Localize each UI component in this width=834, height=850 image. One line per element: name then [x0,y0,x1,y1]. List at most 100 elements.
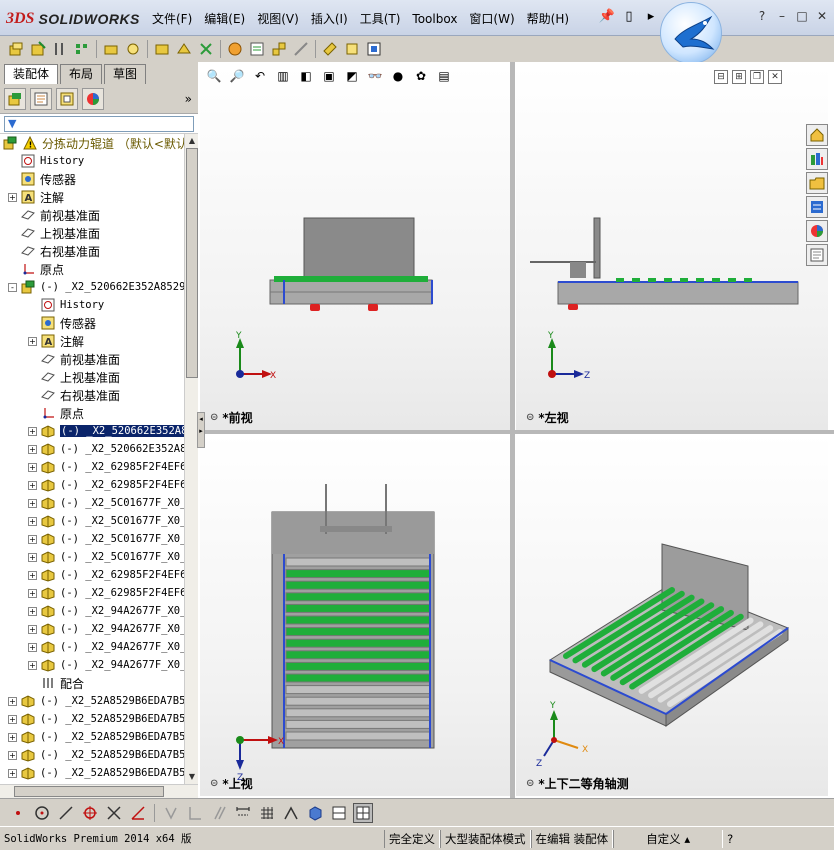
tree-item[interactable]: 前视基准面 [28,350,120,368]
tree-component-item[interactable]: + (-) _X2_520662E352A8 [28,422,184,440]
expand-icon[interactable]: + [8,732,17,742]
mate-icon[interactable] [50,39,70,59]
assembly-features-icon[interactable] [174,39,194,59]
expand-icon[interactable]: + [28,570,37,580]
dimension-icon[interactable] [233,803,253,823]
expand-icon[interactable]: + [28,480,37,490]
tree-component-item[interactable]: + (-) _X2_94A2677F_X0_ [28,656,184,674]
relation-icon[interactable] [281,803,301,823]
tab-assembly[interactable]: 装配体 [4,64,59,84]
expand-icon[interactable]: + [28,642,37,652]
menu-insert[interactable]: 插入(I) [305,10,354,28]
custom-properties-icon[interactable] [806,244,828,266]
instant3d-icon[interactable] [342,39,362,59]
large-assembly-mode-icon[interactable] [364,39,384,59]
panel-collapse-handle[interactable]: ◂ ▸ [197,412,205,448]
tree-item[interactable]: 右视基准面 [28,386,120,404]
tree-item[interactable]: 原点 [28,404,84,422]
shaded-cube-icon[interactable] [305,803,325,823]
viewport-front[interactable]: Y X ⊝ *前视 [200,66,510,430]
menu-view[interactable]: 视图(V) [251,10,305,28]
zoom-to-fit-icon[interactable]: 🔍 [204,66,224,86]
status-units[interactable]: 自定义 ▴ [613,829,724,848]
viewport-divider-vertical[interactable] [510,62,515,798]
tree-component-item[interactable]: + (-) _X2_52A8529B6EDA7B5 [8,746,184,764]
feature-manager-icon[interactable] [4,87,26,110]
viewport-isometric[interactable]: Y X Z ⊝ *上下二等角轴测 [516,434,828,796]
menu-tools[interactable]: 工具(T) [354,10,407,28]
tree-component-item[interactable]: + (-) _X2_5C01677F_X0_ [28,548,184,566]
tree-item[interactable]: 传感器 [8,170,76,188]
menu-window[interactable]: 窗口(W) [463,10,520,28]
tab-layout[interactable]: 布局 [60,64,103,84]
tree-item[interactable]: 上视基准面 [28,368,120,386]
tree-item[interactable]: + A 注解 [8,188,64,206]
expand-icon[interactable]: + [8,714,17,724]
linear-pattern-icon[interactable] [72,39,92,59]
apply-scene-icon[interactable]: ✿ [411,66,431,86]
solidworks-logo[interactable]: 3DS SOLIDWORKS [6,8,140,30]
tree-item[interactable]: 前视基准面 [8,206,100,224]
bill-of-materials-icon[interactable] [247,39,267,59]
tree-item[interactable]: 右视基准面 [8,242,100,260]
minimize-icon[interactable]: – [774,8,790,24]
zoom-area-icon[interactable]: 🔎 [227,66,247,86]
viewport-left[interactable]: Y Z ⊝ *左视 [516,66,828,430]
tree-item[interactable]: 配合 [28,674,84,692]
tree-component-item[interactable]: + (-) _X2_52A8529B6EDA7B5 [8,692,184,710]
show-hidden-icon[interactable] [152,39,172,59]
display-manager-icon[interactable] [82,87,104,110]
view-palette-icon[interactable] [806,196,828,218]
tile-views-icon[interactable]: ⊞ [732,70,746,84]
display-style-icon[interactable]: ◩ [342,66,362,86]
tree-root-assembly[interactable]: ! 分拣动力辊道 （默认<默认_ [2,134,184,152]
expand-icon[interactable]: + [28,552,37,562]
tree-item[interactable]: History [8,152,84,170]
expand-icon[interactable]: + [8,696,17,706]
expand-icon[interactable]: + [28,660,37,670]
tree-component-item[interactable]: + (-) _X2_5C01677F_X0_ [28,494,184,512]
tree-component-item[interactable]: + (-) _X2_94A2677F_X0_ [28,602,184,620]
open-folder-icon[interactable]: ▸ [642,8,660,26]
configuration-manager-icon[interactable] [56,87,78,110]
tree-component-item[interactable]: + (-) _X2_62985F2F4EF6 [28,566,184,584]
grid-icon[interactable] [257,803,277,823]
tree-component-item[interactable]: + (-) _X2_62985F2F4EF6 [28,584,184,602]
smart-fasteners-icon[interactable] [101,39,121,59]
scroll-thumb[interactable] [186,148,198,378]
hscroll-thumb[interactable] [14,786,164,797]
tree-item[interactable]: 上视基准面 [8,224,100,242]
graphics-area[interactable]: Y X ⊝ *前视 Y Z ⊝ *左视 X Z ⊝ *上视 Y X Z ⊝ *上… [198,62,834,798]
expand-icon[interactable]: + [28,444,37,454]
exploded-view-icon[interactable] [269,39,289,59]
tree-component-item[interactable]: + (-) _X2_520662E352A8 [28,440,184,458]
tree-component-item[interactable]: + (-) _X2_52A8529B6EDA7B5 [8,710,184,728]
viewport-top[interactable]: X Z ⊝ *上视 [200,434,510,796]
scroll-up-icon[interactable]: ▲ [186,135,198,147]
expand-icon[interactable]: + [8,750,17,760]
tree-filter-input[interactable]: ▼ [4,116,194,132]
property-manager-icon[interactable] [30,87,52,110]
view-orientation-icon[interactable]: ▣ [319,66,339,86]
tree-component-item[interactable]: + (-) _X2_5C01677F_X0_ [28,530,184,548]
tree-item[interactable]: 传感器 [28,314,96,332]
tree-component-item[interactable]: + (-) _X2_5C01677F_X0_ [28,512,184,530]
tree-component-item[interactable]: - (-) _X2_520662E352A8529 [8,278,184,296]
solidworks-resources-icon[interactable] [806,124,828,146]
angle-icon[interactable] [128,803,148,823]
expand-icon[interactable]: + [28,336,37,346]
restore-icon[interactable]: □ [794,8,810,24]
file-explorer-icon[interactable] [806,172,828,194]
link-views-icon[interactable]: ⊟ [714,70,728,84]
tree-item[interactable]: History [28,296,104,314]
expand-icon[interactable]: + [8,192,17,202]
menu-file[interactable]: 文件(F) [146,10,198,28]
section-view-icon[interactable]: ▥ [273,66,293,86]
tree-item[interactable]: + A 注解 [28,332,84,350]
expand-icon[interactable]: + [8,768,17,778]
intersection-icon[interactable] [104,803,124,823]
status-help-icon[interactable]: ? [723,830,737,848]
tree-component-item[interactable]: + (-) _X2_94A2677F_X0_ [28,620,184,638]
expand-icon[interactable]: + [28,534,37,544]
new-document-icon[interactable]: ▯ [620,8,638,26]
